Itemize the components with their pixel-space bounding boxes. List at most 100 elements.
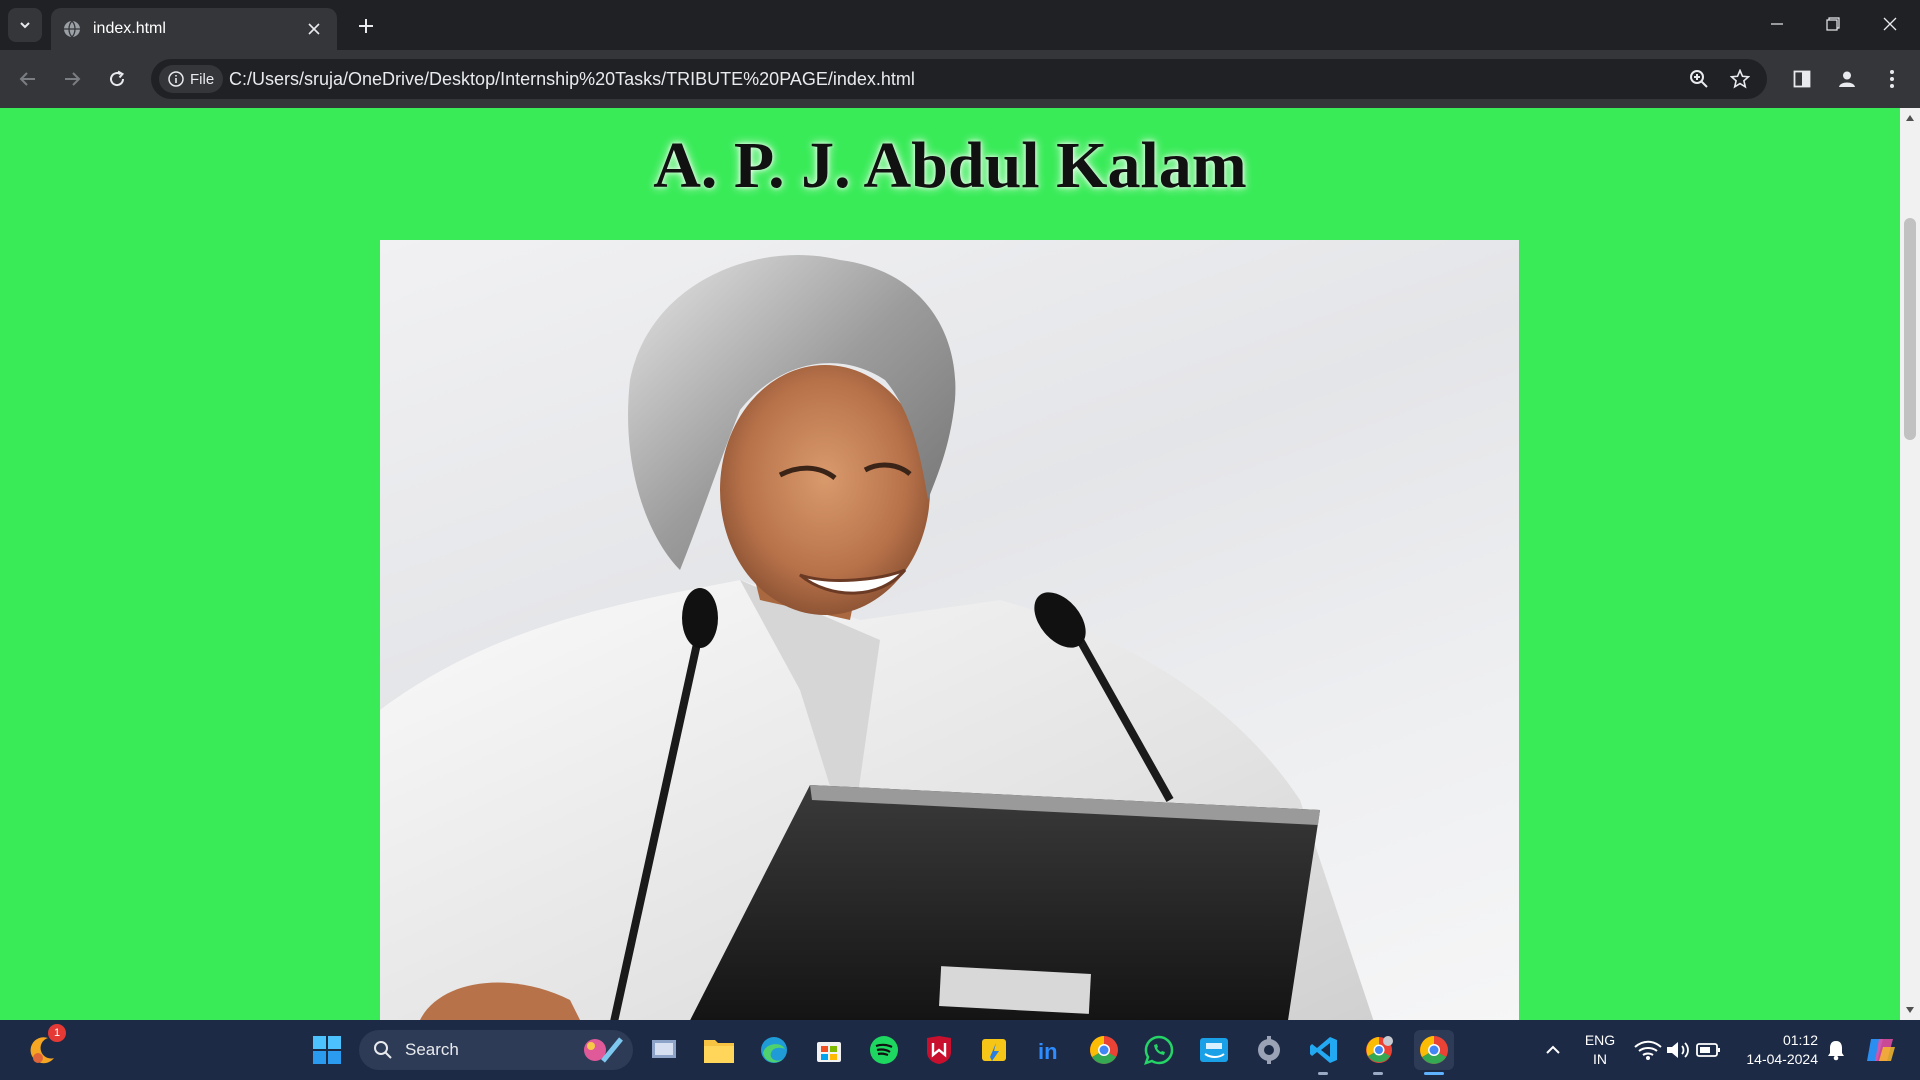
info-icon [168,71,184,87]
clock[interactable]: 01:12 14-04-2024 [1734,1031,1818,1069]
taskview-app-icon[interactable] [644,1030,684,1070]
chevron-down-icon [20,22,30,29]
gear-icon [1258,1036,1280,1064]
profile-icon [1839,71,1855,87]
quick-settings-button[interactable] [1630,1030,1726,1070]
task-view-icon [652,1040,676,1058]
portrait-photo [380,240,1519,1020]
language-indicator[interactable]: ENG IN [1578,1031,1622,1069]
arrow-left-icon [19,72,35,86]
close-icon [308,23,320,35]
tab-search-button[interactable] [8,8,42,42]
chrome-active-app-icon[interactable] [1414,1030,1454,1070]
bell-icon [1828,1041,1844,1061]
show-hidden-icons-button[interactable] [1533,1030,1573,1070]
linkedin-app-icon[interactable]: in [1029,1030,1069,1070]
menu-button[interactable] [1876,63,1908,95]
bookmark-button[interactable] [1727,66,1753,92]
active-tab[interactable]: index.html [51,8,337,50]
files-app-icon[interactable] [974,1030,1014,1070]
star-icon [1730,69,1750,89]
reload-icon [110,70,125,87]
page-scrollbar[interactable] [1900,108,1920,1020]
chrome-app-icon[interactable] [1084,1030,1124,1070]
side-panel-icon [1793,70,1811,88]
title-bar: index.html [0,0,1920,50]
minimize-button[interactable] [1749,0,1805,48]
taskbar-search[interactable]: Search [359,1030,633,1070]
vscode-icon [1310,1037,1337,1063]
tab-title: index.html [93,20,166,37]
folder-icon [704,1040,734,1063]
language-line2: IN [1593,1051,1607,1067]
chrome-icon [1090,1036,1118,1064]
vscode-app-icon[interactable] [1304,1030,1344,1070]
windows-taskbar: 1 Search in ENG IN 01:12 14-04-2024 [0,1020,1920,1080]
store-app-icon[interactable] [809,1030,849,1070]
vscode-running-indicator [1318,1072,1328,1075]
side-panel-button[interactable] [1786,63,1818,95]
portrait-illustration [380,255,1374,1020]
chevron-up-icon [1546,1045,1560,1054]
page-heading: A. P. J. Abdul Kalam [653,129,1247,202]
back-button[interactable] [12,63,44,95]
chrome-icon [1420,1036,1448,1064]
windows-icon [313,1036,341,1064]
start-button[interactable] [307,1030,347,1070]
network-volume-battery-icons [1634,1040,1720,1060]
svg-text:in: in [1038,1039,1058,1064]
spotify-app-icon[interactable] [864,1030,904,1070]
chrome-profile-app-icon[interactable] [1359,1030,1399,1070]
whatsapp-app-icon[interactable] [1139,1030,1179,1070]
copilot-icon [1867,1039,1895,1061]
tab-close-button[interactable] [303,18,325,40]
widgets-badge: 1 [48,1024,66,1042]
file-explorer-app-icon[interactable] [699,1030,739,1070]
widgets-button[interactable]: 1 [22,1024,66,1070]
chrome-profile-running-indicator [1373,1072,1383,1075]
triangle-down-icon [1906,1007,1914,1013]
files-icon [982,1039,1006,1061]
restore-button[interactable] [1805,0,1861,48]
page-viewport: A. P. J. Abdul Kalam [0,108,1900,1020]
triangle-up-icon [1906,115,1914,121]
more-vert-icon [1890,70,1894,88]
close-icon [1883,17,1897,31]
clock-time: 01:12 [1782,1032,1818,1048]
scroll-thumb[interactable] [1904,218,1916,440]
zoom-button[interactable] [1686,66,1712,92]
notifications-button[interactable] [1816,1030,1856,1070]
new-tab-button[interactable] [352,12,380,40]
copilot-button[interactable] [1861,1030,1901,1070]
profile-button[interactable] [1831,63,1863,95]
forward-button[interactable] [56,63,88,95]
minimize-icon [1771,23,1783,25]
restore-icon [1826,17,1840,31]
shield-icon [927,1036,951,1064]
spotify-icon [870,1036,898,1064]
site-chip-label: File [190,70,215,88]
mcafee-app-icon[interactable] [919,1030,959,1070]
whatsapp-icon [1144,1035,1174,1065]
browser-toolbar: File C:/Users/sruja/OneDrive/Desktop/Int… [0,50,1920,108]
prime-video-app-icon[interactable] [1194,1030,1234,1070]
close-window-button[interactable] [1862,0,1918,48]
globe-icon [64,20,80,38]
site-info-chip[interactable]: File [159,65,224,93]
linkedin-icon: in [1035,1036,1063,1064]
chrome-icon [1366,1036,1393,1063]
language-line1: ENG [1584,1032,1616,1048]
clock-date: 14-04-2024 [1746,1051,1818,1067]
taskbar-search-label: Search [405,1040,459,1059]
scroll-down-button[interactable] [1904,1004,1916,1016]
edge-app-icon[interactable] [754,1030,794,1070]
search-highlight-icon [584,1037,623,1063]
edge-icon [761,1037,787,1063]
scroll-up-button[interactable] [1904,112,1916,124]
zoom-icon [1690,70,1708,88]
settings-app-icon[interactable] [1249,1030,1289,1070]
reload-button[interactable] [101,63,133,95]
address-bar[interactable]: File C:/Users/sruja/OneDrive/Desktop/Int… [151,59,1767,99]
search-icon [374,1041,392,1059]
arrow-right-icon [65,72,81,86]
